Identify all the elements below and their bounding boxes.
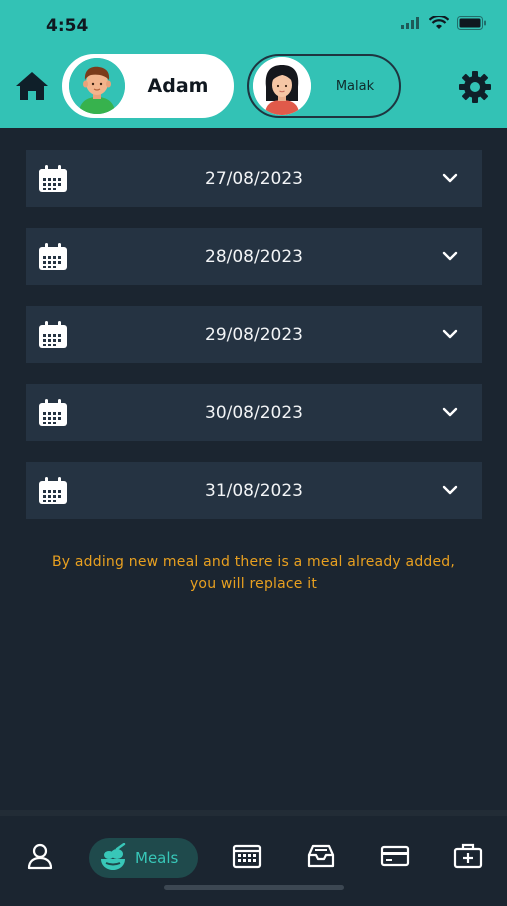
date-label: 29/08/2023	[205, 324, 303, 345]
date-list: 27/08/2023 28/08/2023 29/08/2023 30/08/2…	[26, 150, 482, 540]
tab-medical[interactable]	[450, 838, 486, 874]
tab-payments[interactable]	[377, 838, 413, 874]
settings-button[interactable]	[458, 70, 492, 104]
boy-avatar-icon	[69, 58, 125, 114]
tab-profile[interactable]	[22, 838, 58, 874]
date-label: 27/08/2023	[205, 168, 303, 189]
girl-avatar-icon	[253, 57, 311, 115]
date-row[interactable]: 30/08/2023	[26, 384, 482, 441]
home-indicator	[164, 885, 344, 890]
chevron-down-icon[interactable]	[442, 328, 458, 340]
date-row[interactable]: 31/08/2023	[26, 462, 482, 519]
profile-name: Malak	[335, 78, 375, 94]
chevron-down-icon[interactable]	[442, 172, 458, 184]
tab-inbox[interactable]	[303, 838, 339, 874]
card-icon	[380, 845, 410, 867]
avatar	[253, 57, 311, 115]
date-row[interactable]: 27/08/2023	[26, 150, 482, 207]
tab-meals[interactable]: Meals	[89, 838, 198, 878]
status-icons	[401, 16, 487, 30]
inbox-tray-icon	[307, 844, 335, 868]
home-icon	[16, 72, 48, 100]
wifi-icon	[429, 16, 449, 29]
date-label: 28/08/2023	[205, 246, 303, 267]
date-label: 31/08/2023	[205, 480, 303, 501]
medical-kit-icon	[453, 843, 483, 869]
gear-icon	[459, 71, 491, 103]
date-row[interactable]: 28/08/2023	[26, 228, 482, 285]
bottom-tab-bar: Meals	[0, 810, 507, 906]
date-row[interactable]: 29/08/2023	[26, 306, 482, 363]
signal-icon	[401, 17, 419, 29]
avatar	[69, 58, 125, 114]
meal-icon	[101, 843, 126, 870]
home-button[interactable]	[14, 70, 50, 102]
chevron-down-icon[interactable]	[442, 406, 458, 418]
calendar-icon	[232, 844, 262, 869]
tab-calendar[interactable]	[229, 838, 265, 874]
status-time: 4:54	[46, 16, 89, 36]
app-header: 4:54 Adam Malak	[0, 0, 507, 128]
date-label: 30/08/2023	[205, 402, 303, 423]
tab-meals-label: Meals	[135, 849, 179, 867]
battery-icon	[457, 16, 486, 30]
person-icon	[27, 843, 53, 870]
chevron-down-icon[interactable]	[442, 484, 458, 496]
profile-name: Adam	[147, 75, 209, 97]
profile-chip-malak[interactable]: Malak	[247, 54, 401, 118]
profile-chip-adam[interactable]: Adam	[62, 54, 234, 118]
chevron-down-icon[interactable]	[442, 250, 458, 262]
replace-meal-notice: By adding new meal and there is a meal a…	[51, 554, 456, 592]
